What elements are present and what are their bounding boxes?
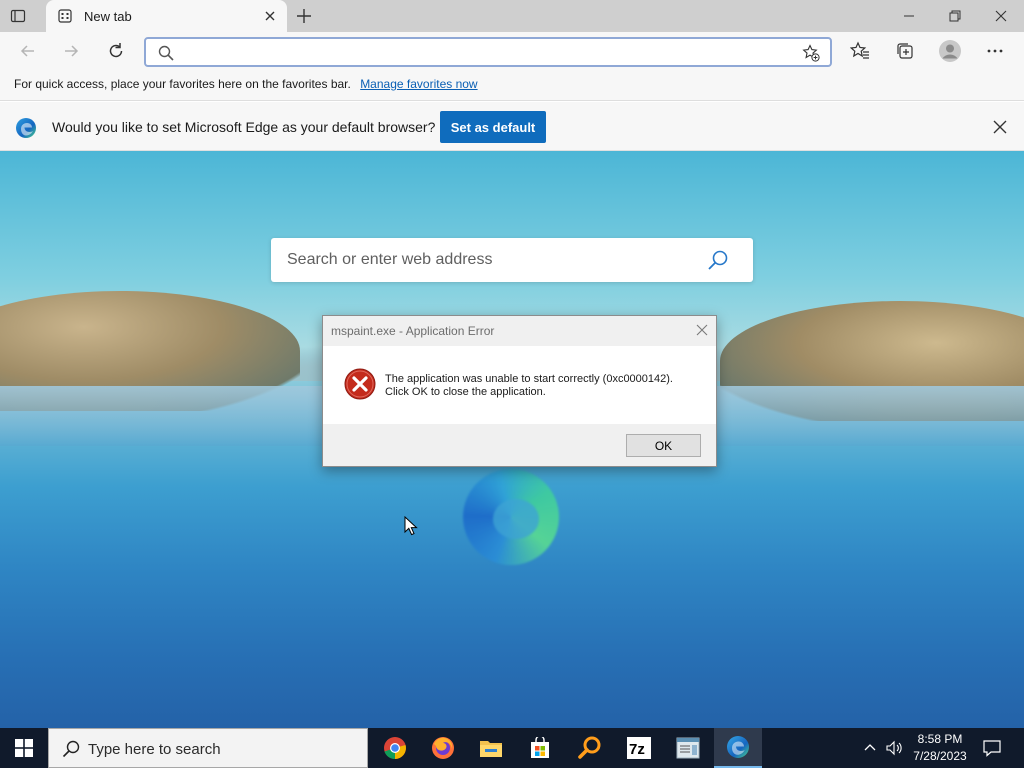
- error-icon: [344, 368, 376, 400]
- tab-actions-icon[interactable]: [10, 8, 26, 24]
- dialog-title: mspaint.exe - Application Error: [331, 324, 495, 338]
- set-as-default-button[interactable]: Set as default: [440, 111, 546, 143]
- search-icon[interactable]: [707, 249, 729, 271]
- dialog-close-icon[interactable]: [696, 324, 708, 336]
- notepad-icon[interactable]: [664, 728, 712, 768]
- taskbar-search-placeholder: Type here to search: [88, 741, 221, 758]
- restore-button[interactable]: [932, 0, 978, 32]
- volume-icon[interactable]: [886, 740, 902, 756]
- system-clock[interactable]: 8:58 PM 7/28/2023: [905, 731, 975, 765]
- mouse-cursor-icon: [404, 515, 418, 536]
- default-browser-infobar: Would you like to set Microsoft Edge as …: [0, 102, 1024, 151]
- application-error-dialog: mspaint.exe - Application Error The appl…: [322, 315, 717, 467]
- store-icon[interactable]: [516, 728, 564, 768]
- clock-time: 8:58 PM: [917, 732, 963, 746]
- tab-strip: New tab: [0, 0, 1024, 32]
- ntp-search-box[interactable]: Search or enter web address: [271, 238, 753, 282]
- dialog-message-line1: The application was unable to start corr…: [385, 373, 673, 385]
- ntp-search-placeholder: Search or enter web address: [287, 251, 493, 268]
- edge-icon[interactable]: [714, 728, 762, 768]
- close-window-button[interactable]: [978, 0, 1024, 32]
- back-arrow-icon[interactable]: [18, 41, 38, 61]
- edge-logo-icon: [15, 117, 37, 139]
- dialog-body: The application was unable to start corr…: [323, 346, 716, 424]
- notification-icon[interactable]: [982, 738, 1002, 758]
- taskbar: Type here to search 7z 8:58 PM 7/28/2023: [0, 728, 1024, 768]
- search-icon: [158, 45, 174, 61]
- favorites-bar-message: For quick access, place your favorites h…: [14, 77, 351, 91]
- close-tab-icon[interactable]: [263, 9, 277, 23]
- manage-favorites-link[interactable]: Manage favorites now: [360, 77, 477, 91]
- ok-button[interactable]: OK: [626, 434, 701, 457]
- search-icon: [62, 740, 80, 758]
- file-explorer-icon[interactable]: [467, 728, 515, 768]
- tab-title: New tab: [84, 9, 132, 24]
- windows-logo-icon: [15, 739, 33, 757]
- taskbar-search-box[interactable]: Type here to search: [48, 728, 368, 768]
- tab-new-tab[interactable]: New tab: [46, 0, 287, 32]
- chevron-up-icon[interactable]: [862, 740, 878, 756]
- new-tab-page-icon: [58, 9, 72, 23]
- add-favorite-icon[interactable]: [802, 44, 820, 62]
- address-input[interactable]: [182, 42, 782, 62]
- firefox-icon[interactable]: [419, 728, 467, 768]
- browser-toolbar: [0, 32, 1024, 70]
- forward-arrow-icon[interactable]: [61, 41, 81, 61]
- search-everything-icon[interactable]: [566, 728, 614, 768]
- 7zip-icon[interactable]: 7z: [615, 728, 663, 768]
- address-bar[interactable]: [144, 37, 832, 67]
- profile-avatar[interactable]: [939, 40, 961, 62]
- minimize-button[interactable]: [886, 0, 932, 32]
- dialog-message-line2: Click OK to close the application.: [385, 386, 546, 398]
- more-menu-icon[interactable]: [985, 41, 1005, 61]
- favorites-icon[interactable]: [849, 41, 870, 61]
- new-tab-button[interactable]: [296, 8, 312, 24]
- favorites-bar: For quick access, place your favorites h…: [0, 70, 1024, 101]
- chrome-icon[interactable]: [371, 728, 419, 768]
- clock-date: 7/28/2023: [913, 749, 967, 763]
- dialog-message: The application was unable to start corr…: [385, 373, 705, 399]
- collections-icon[interactable]: [895, 41, 915, 61]
- edge-logo-watermark: [463, 469, 559, 565]
- svg-text:7z: 7z: [629, 741, 645, 758]
- refresh-icon[interactable]: [106, 41, 126, 61]
- infobar-message: Would you like to set Microsoft Edge as …: [52, 119, 436, 135]
- close-infobar-icon[interactable]: [992, 119, 1008, 135]
- start-button[interactable]: [0, 728, 48, 768]
